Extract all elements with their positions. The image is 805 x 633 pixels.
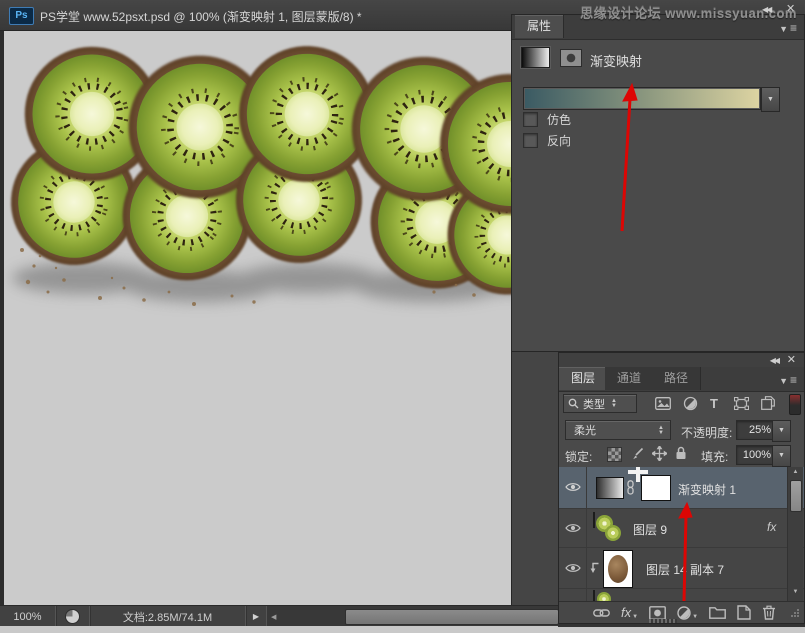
layers-collapse-icon[interactable]: ◀◀: [770, 356, 778, 365]
scroll-down-arrow-icon[interactable]: ▼: [788, 589, 803, 595]
filter-pixel-layers-icon[interactable]: [655, 397, 671, 410]
lock-label: 锁定:: [565, 448, 592, 465]
panel-resize-grip[interactable]: [790, 608, 800, 618]
reverse-checkbox[interactable]: [523, 133, 538, 148]
tab-layers[interactable]: 图层: [559, 367, 608, 390]
layers-bottom-bar: fx▼ ▼: [559, 601, 804, 623]
layer-effects-fx-badge[interactable]: fx: [767, 520, 776, 534]
status-bar: 100% 文档:2.85M/74.1M ▶ ◀: [0, 605, 558, 627]
new-layer-button[interactable]: [737, 605, 751, 620]
new-group-folder-button[interactable]: [709, 606, 726, 619]
layer-row-partial[interactable]: [559, 589, 804, 601]
tab-properties[interactable]: 属性: [515, 15, 564, 38]
opacity-dropdown-button[interactable]: ▼: [772, 420, 791, 442]
layer-row-layer9[interactable]: 图层 9 fx ▼: [559, 509, 804, 548]
document-title: PS学堂 www.52psxt.psd @ 100% (渐变映射 1, 图层蒙版…: [40, 8, 362, 25]
opacity-value-field[interactable]: 25%: [736, 420, 776, 440]
dither-checkbox[interactable]: [523, 112, 538, 127]
status-flyout-button[interactable]: ▶: [246, 606, 267, 627]
opacity-label: 不透明度:: [681, 424, 732, 441]
layer-style-fx-button[interactable]: fx▼: [621, 605, 638, 620]
photoshop-window: Ps PS学堂 www.52psxt.psd @ 100% (渐变映射 1, 图…: [0, 0, 805, 633]
filter-adjustment-layers-icon[interactable]: [683, 396, 698, 411]
layer-row-gradient-map[interactable]: 渐变映射 1: [559, 467, 804, 509]
blend-mode-dropdown[interactable]: 柔光 ▲▼: [565, 420, 671, 440]
lock-fill-row: 锁定: 填充: 100% ▼: [559, 443, 804, 468]
layers-close-icon[interactable]: ✕: [787, 353, 796, 366]
horizontal-scrollbar-thumb[interactable]: [345, 609, 559, 625]
scroll-left-arrow-icon[interactable]: ◀: [271, 613, 276, 621]
layer-name[interactable]: 渐变映射 1: [678, 481, 736, 498]
fill-label: 填充:: [701, 448, 728, 465]
gradient-picker-dropdown-button[interactable]: ▼: [761, 87, 780, 112]
layers-panel: ◀◀ ✕ 图层 通道 路径 ▼≡ 类型 ▲▼: [558, 352, 805, 624]
new-adjustment-layer-button[interactable]: ▼: [677, 606, 698, 620]
layer-list: 渐变映射 1 图层 9 fx ▼: [559, 467, 804, 601]
reverse-label: 反向: [547, 132, 571, 149]
mask-link-chain-icon[interactable]: [626, 480, 635, 495]
properties-panel-menu-icon[interactable]: ▼≡: [779, 21, 797, 35]
fill-value-field[interactable]: 100%: [736, 445, 776, 465]
document-canvas[interactable]: [4, 30, 511, 605]
layer-name[interactable]: 图层 9: [633, 521, 667, 538]
layer-mask-badge-icon[interactable]: [560, 49, 582, 67]
close-panel-icon[interactable]: ✕: [786, 2, 795, 15]
zoom-level[interactable]: 100%: [0, 606, 56, 627]
lock-pixels-brush-icon[interactable]: [630, 447, 644, 461]
layer-filter-row: 类型 ▲▼ T: [559, 391, 804, 417]
layer-thumbnail[interactable]: [593, 590, 595, 601]
horizontal-scrollbar[interactable]: ◀: [267, 606, 558, 627]
window-bottom-edge: [0, 626, 805, 633]
gradient-map-thumbnail[interactable]: [596, 477, 624, 499]
kiwi-artwork: [4, 30, 511, 320]
delete-layer-trash-button[interactable]: [762, 605, 776, 620]
filter-shape-layers-icon[interactable]: [734, 397, 749, 410]
fill-dropdown-button[interactable]: ▼: [772, 445, 791, 467]
layers-vertical-scrollbar[interactable]: ▲ ▼: [787, 467, 803, 601]
panel-drag-handle[interactable]: [649, 619, 677, 623]
tab-paths[interactable]: 路径: [652, 367, 701, 390]
search-icon: [568, 398, 579, 409]
layers-panel-menu-icon[interactable]: ▼≡: [779, 373, 797, 387]
lock-transparency-icon[interactable]: [607, 447, 622, 462]
visibility-eye-icon[interactable]: [565, 522, 581, 534]
gradient-map-bar[interactable]: [523, 87, 761, 110]
layer-thumbnail[interactable]: [603, 550, 633, 588]
add-layer-mask-button[interactable]: [649, 606, 666, 620]
visibility-eye-icon[interactable]: [565, 481, 581, 493]
lock-position-icon[interactable]: [652, 446, 667, 461]
document-size-info: 文档:2.85M/74.1M: [90, 606, 246, 627]
filter-kind-dropdown[interactable]: 类型 ▲▼: [563, 394, 637, 413]
filter-type-layers-icon[interactable]: T: [710, 396, 718, 411]
link-layers-button[interactable]: [593, 608, 610, 618]
layers-panel-header: ◀◀ ✕: [559, 353, 804, 367]
layers-tab-bar: 图层 通道 路径 ▼≡: [559, 367, 804, 392]
layer-row-layer14-copy7[interactable]: 图层 14 副本 7: [559, 548, 804, 589]
layers-scrollbar-thumb[interactable]: [790, 480, 802, 512]
lock-all-padlock-icon[interactable]: [675, 446, 687, 460]
filter-smart-objects-icon[interactable]: [761, 396, 775, 410]
panel-dock-background: [511, 352, 558, 605]
scroll-up-arrow-icon[interactable]: ▲: [788, 469, 803, 475]
blend-mode-value: 柔光: [574, 425, 596, 437]
status-pie-icon: [56, 606, 90, 627]
layer-name[interactable]: 图层 14 副本 7: [646, 561, 724, 578]
dither-label: 仿色: [547, 111, 571, 128]
ps-app-icon[interactable]: Ps: [9, 7, 34, 25]
visibility-eye-icon[interactable]: [565, 562, 581, 574]
clipping-mask-arrow-icon: [588, 561, 600, 574]
layer-thumbnail[interactable]: [593, 512, 595, 528]
gradient-map-adjustment-icon[interactable]: [521, 47, 550, 68]
adjustment-title: 渐变映射: [590, 51, 642, 70]
properties-panel: 属性 ▼≡ 渐变映射 ▼ 仿色 反向: [511, 14, 805, 352]
layer-filtering-toggle[interactable]: [789, 394, 801, 415]
filter-kind-label: 类型: [583, 396, 605, 412]
collapse-panels-icon[interactable]: ◀◀: [762, 5, 770, 14]
blend-opacity-row: 柔光 ▲▼ 不透明度: 25% ▼: [559, 417, 804, 443]
tab-channels[interactable]: 通道: [605, 367, 654, 390]
